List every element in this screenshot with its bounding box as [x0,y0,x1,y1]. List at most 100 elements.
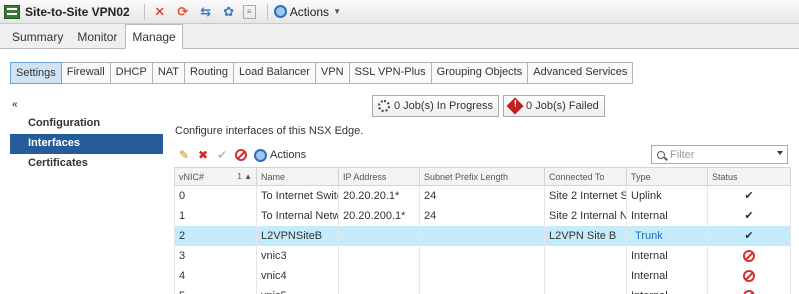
vnic-cell: 3 [174,245,257,266]
type-cell: Uplink [626,185,708,206]
disabled-icon [743,269,755,282]
type-cell: Internal [626,245,708,266]
nav-item-configuration[interactable]: Configuration [10,114,163,134]
ip-cell: 20.20.20.1* [338,185,420,206]
prefix-cell [419,265,545,286]
subtab-load-balancer[interactable]: Load Balancer [234,63,316,83]
column-header-prefix[interactable]: Subnet Prefix Length [419,167,545,186]
error-icon: ! [506,97,524,115]
prefix-cell [419,285,545,294]
ip-cell [338,245,420,266]
name-cell: vnic4 [256,265,339,286]
column-header-ip[interactable]: IP Address [338,167,420,186]
column-header-connected-to[interactable]: Connected To [544,167,627,186]
vnic-cell: 5 [174,285,257,294]
chevron-down-icon: ▼ [333,7,341,16]
name-cell: L2VPNSiteB [256,225,339,246]
search-icon [657,150,665,159]
main-tab-bar: Summary Monitor Manage [0,24,799,49]
spinner-icon [378,100,390,112]
delete-icon[interactable]: ✖ [195,147,211,163]
type-cell: Internal [626,285,708,294]
jobs-bar: 0 Job(s) In Progress ! 0 Job(s) Failed [372,95,609,117]
column-header-vnic[interactable]: vNIC# 1 ▲ [174,167,257,186]
name-cell: vnic5 [256,285,339,294]
prefix-cell [419,225,545,246]
tab-manage[interactable]: Manage [125,24,183,49]
delete-icon[interactable]: ✕ [151,3,169,21]
vnic-cell: 2 [174,225,257,246]
settings-icon[interactable]: ✿ [220,3,238,21]
subtab-nat[interactable]: NAT [153,63,186,83]
gear-icon [254,148,267,162]
table-row[interactable]: 2 L2VPNSiteB L2VPN Site B Trunk ✔ [174,225,791,246]
table-row[interactable]: 3 vnic3 Internal [174,245,791,266]
jobs-in-progress-button[interactable]: 0 Job(s) In Progress [372,95,500,117]
sub-tab-bar: Settings Firewall DHCP NAT Routing Load … [10,62,634,84]
vnic-cell: 1 [174,205,257,226]
connected-to-cell: Site 2 Internet Switch [544,185,627,206]
status-disabled-icon [707,245,791,266]
jobs-failed-button[interactable]: ! 0 Job(s) Failed [503,95,605,117]
table-header-row: vNIC# 1 ▲ Name IP Address Subnet Prefix L… [174,167,791,186]
nav-item-interfaces[interactable]: Interfaces [10,134,163,154]
column-header-name[interactable]: Name [256,167,339,186]
collapse-nav-icon[interactable]: « [12,99,18,110]
gear-icon [273,5,287,18]
name-cell: To Internet Switch [256,185,339,206]
actions-menu[interactable]: Actions ▼ [273,4,341,19]
manage-hosts-icon[interactable]: ⇆ [197,3,215,21]
enable-icon[interactable]: ✔ [214,147,230,163]
table-row[interactable]: 4 vnic4 Internal [174,265,791,286]
subtab-settings[interactable]: Settings [10,62,62,84]
prefix-cell [419,245,545,266]
prefix-cell: 24 [419,205,545,226]
sort-ascending-icon: 1 ▲ [237,171,252,181]
chevron-down-icon[interactable] [777,151,783,155]
subtab-grouping-objects[interactable]: Grouping Objects [432,63,529,83]
column-header-status[interactable]: Status [707,167,791,186]
window-title: Site-to-Site VPN02 [25,4,130,19]
jobs-in-progress-label: 0 Job(s) In Progress [394,100,494,112]
subtab-ssl-vpn-plus[interactable]: SSL VPN-Plus [350,63,432,83]
disabled-icon [743,289,755,294]
filter-input[interactable]: Filter [651,145,788,164]
tab-monitor[interactable]: Monitor [71,25,123,48]
column-header-type[interactable]: Type [626,167,708,186]
ip-cell [338,285,420,294]
ip-cell: 20.20.200.1* [338,205,420,226]
notes-icon[interactable]: ≡ [242,4,256,19]
jobs-failed-label: 0 Job(s) Failed [526,100,599,112]
disabled-icon [743,249,755,262]
grid-actions-menu[interactable]: Actions [254,148,307,162]
subtab-routing[interactable]: Routing [185,63,234,83]
table-row[interactable]: 0To Internet Switch20.20.20.1*24Site 2 I… [174,185,791,206]
title-bar: Site-to-Site VPN02 ✕ ⟳ ⇆ ✿ ≡ Actions ▼ [0,0,799,24]
grid-toolbar: ✎ ✖ ✔ Actions [176,146,306,164]
connected-to-cell: Site 2 Internal Network [544,205,627,226]
connected-to-cell [544,265,627,286]
interfaces-table: vNIC# 1 ▲ Name IP Address Subnet Prefix L… [174,167,791,294]
status-enabled-icon: ✔ [707,225,791,246]
disable-icon[interactable] [233,147,249,163]
grid-actions-label: Actions [270,149,307,161]
vnic-cell: 4 [174,265,257,286]
toolbar-separator [266,3,268,20]
edge-gateway-icon [4,4,20,19]
vnic-cell: 0 [174,185,257,206]
type-cell: Internal [626,205,708,226]
nav-item-certificates[interactable]: Certificates [10,154,163,174]
settings-nav: Configuration Interfaces Certificates [10,114,163,174]
subtab-vpn[interactable]: VPN [316,63,350,83]
edit-icon[interactable]: ✎ [176,147,192,163]
subtab-firewall[interactable]: Firewall [62,63,111,83]
table-row[interactable]: 5vnic5 Internal [174,285,791,294]
subtab-dhcp[interactable]: DHCP [111,63,153,83]
status-enabled-icon: ✔ [707,185,791,206]
name-cell: To Internal Network [256,205,339,226]
refresh-icon[interactable]: ⟳ [174,3,192,21]
tab-summary[interactable]: Summary [6,25,69,48]
subtab-advanced-services[interactable]: Advanced Services [528,63,632,83]
table-row[interactable]: 1To Internal Network20.20.200.1*24Site 2… [174,205,791,226]
actions-label: Actions [289,4,330,19]
